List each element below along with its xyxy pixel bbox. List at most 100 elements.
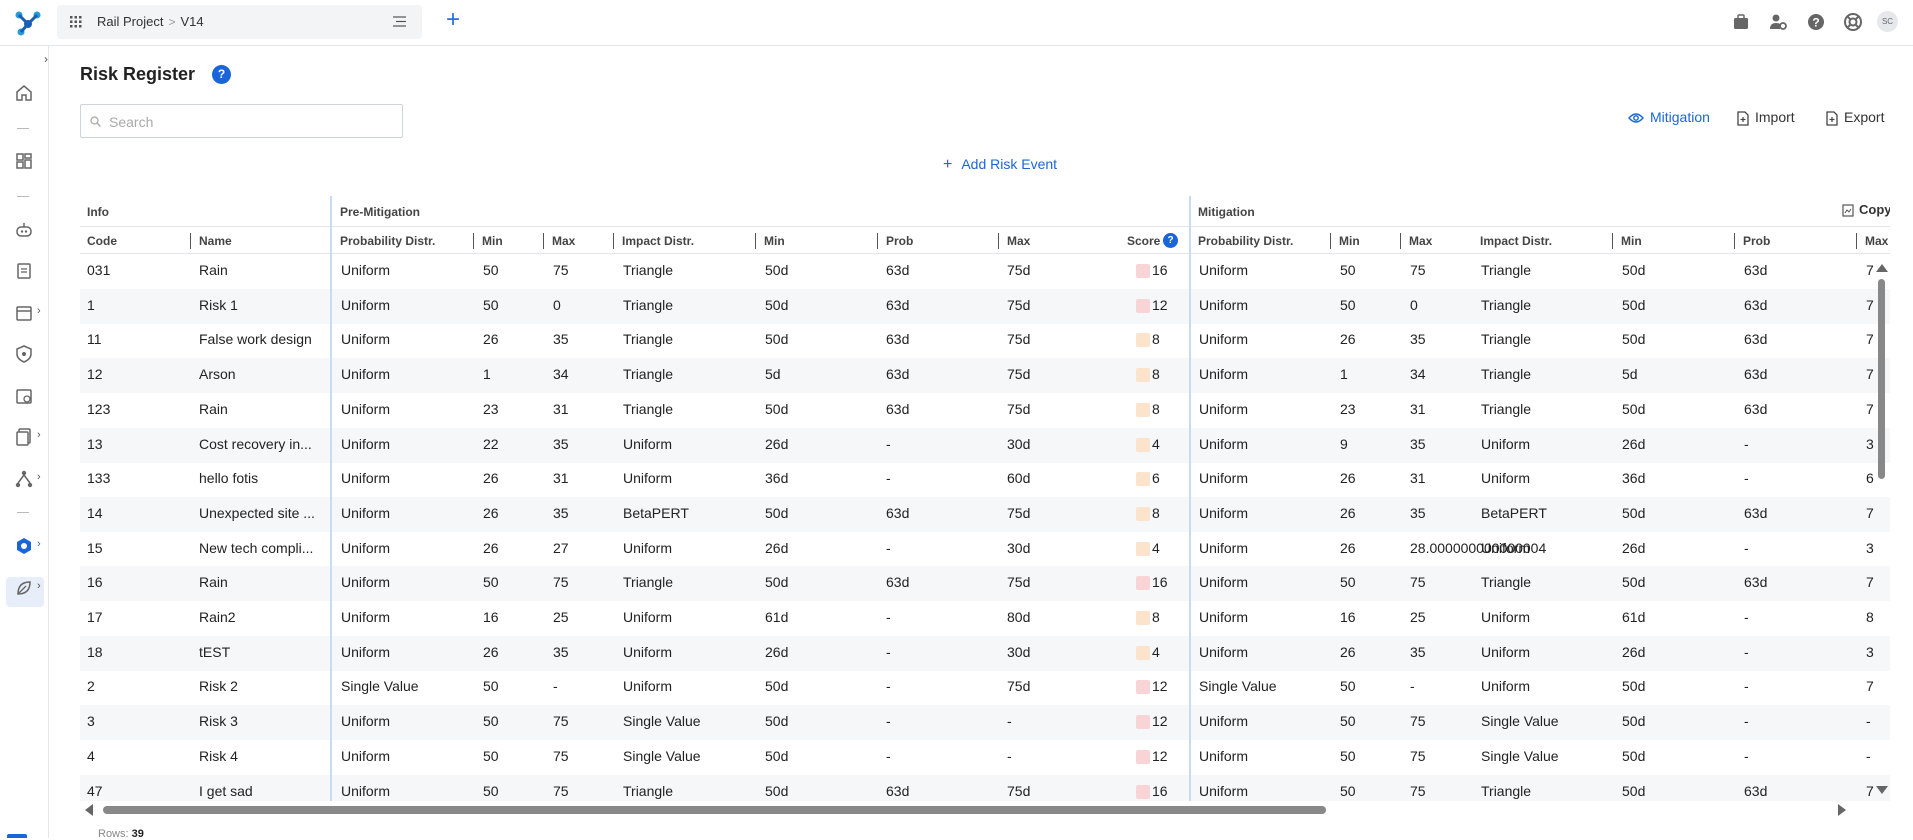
chevron-right-icon[interactable]: › <box>37 429 41 441</box>
table-row[interactable]: 4 Risk 4 Uniform 50 75 Single Value 50d - - 12 Uni… <box>80 740 1890 775</box>
home-icon[interactable] <box>14 83 34 103</box>
table-row[interactable]: 47 I get sad Uniform 50 75 Triangle 50d 63d 75d 1… <box>80 774 1890 801</box>
menu-list-icon[interactable] <box>393 16 406 27</box>
dashboard-icon[interactable] <box>14 151 34 171</box>
col-header-code[interactable]: Code <box>87 234 117 248</box>
robot-icon[interactable] <box>14 220 34 240</box>
column-resize-handle[interactable] <box>1400 233 1401 249</box>
chevron-right-icon[interactable]: › <box>37 471 41 483</box>
horizontal-scrollbar[interactable] <box>80 802 1876 818</box>
column-resize-handle[interactable] <box>877 233 878 249</box>
column-resize-handle[interactable] <box>755 233 756 249</box>
cell-pre-impact-distr: Triangle <box>623 574 674 591</box>
column-resize-handle[interactable] <box>1612 233 1613 249</box>
chevron-right-icon: > <box>168 15 176 29</box>
score-help-icon[interactable]: ? <box>1163 233 1178 248</box>
table-row[interactable]: 18 tEST Uniform 26 35 Uniform 26d - 30d 4 Uniform 2… <box>80 635 1890 671</box>
horizontal-scroll-thumb[interactable] <box>103 806 1326 814</box>
table-row[interactable]: 031 Rain Uniform 50 75 Triangle 50d 63d 75d 16 Uni… <box>80 254 1890 289</box>
col-header-mit-impact-prob[interactable]: Prob <box>1743 234 1770 248</box>
col-header-name[interactable]: Name <box>199 234 232 248</box>
chevron-right-icon[interactable]: › <box>37 305 41 317</box>
document-icon[interactable] <box>14 261 34 281</box>
search-box[interactable] <box>80 104 403 138</box>
copy-button[interactable]: Copy <box>1842 202 1890 217</box>
table-row[interactable]: 16 Rain Uniform 50 75 Triangle 50d 63d 75d 16 Unif… <box>80 566 1890 602</box>
reports-icon[interactable] <box>14 427 34 447</box>
col-header-pre-impact-max[interactable]: Max <box>1007 234 1030 248</box>
table-row[interactable]: 14 Unexpected site ... Uniform 26 35 BetaPERT… <box>80 496 1890 532</box>
cell-pre-probability-distr: Uniform <box>341 262 391 278</box>
sidebar-expand-chevron-icon[interactable]: › <box>44 52 48 66</box>
app-logo-icon[interactable] <box>14 10 42 36</box>
scroll-left-arrow-icon[interactable] <box>85 804 93 816</box>
lifebuoy-icon[interactable] <box>1843 12 1863 32</box>
table-row[interactable]: 1 Risk 1 Uniform 50 0 Triangle 50d 63d 75d 12 Unif… <box>80 288 1890 324</box>
import-button[interactable]: Import <box>1737 107 1795 127</box>
chevron-right-icon[interactable]: › <box>37 538 41 550</box>
cell-name: I get sad <box>199 782 253 799</box>
leaf-icon[interactable] <box>14 578 34 598</box>
hierarchy-icon[interactable] <box>14 469 34 489</box>
export-button[interactable]: Export <box>1826 107 1884 127</box>
col-header-pre-impact-prob[interactable]: Prob <box>886 234 913 248</box>
vertical-scroll-thumb[interactable] <box>1878 279 1885 479</box>
column-resize-handle[interactable] <box>1734 233 1735 249</box>
help-icon[interactable]: ? <box>1806 12 1826 32</box>
schedule-icon[interactable] <box>14 386 34 406</box>
column-resize-handle[interactable] <box>998 233 999 249</box>
column-resize-handle[interactable] <box>473 233 474 249</box>
col-header-mit-impact-min[interactable]: Min <box>1621 234 1642 248</box>
user-avatar[interactable]: SC <box>1877 11 1898 32</box>
col-header-mit-impact-max[interactable]: Max <box>1865 234 1888 248</box>
table-row[interactable]: 2 Risk 2 Single Value 50 - Uniform 50d - 75d 12 Si… <box>80 670 1890 705</box>
briefcase-icon[interactable] <box>1731 12 1751 32</box>
column-resize-handle[interactable] <box>613 233 614 249</box>
column-resize-handle[interactable] <box>543 233 544 249</box>
column-resize-handle[interactable] <box>1330 233 1331 249</box>
apps-grid-icon[interactable] <box>70 16 82 28</box>
table-row[interactable]: 133 hello fotis Uniform 26 31 Uniform 36d - 60d 6… <box>80 462 1890 497</box>
table-row[interactable]: 15 New tech compli... Uniform 26 27 Uniform 26… <box>80 532 1890 567</box>
cell-mit-impact-distr: Triangle <box>1481 400 1532 417</box>
chevron-right-icon[interactable]: › <box>37 580 41 592</box>
col-header-pre-probability-distr[interactable]: Probability Distr. <box>340 234 435 248</box>
cell-code: 1 <box>87 296 95 313</box>
col-header-mit-impact-distr[interactable]: Impact Distr. <box>1480 234 1552 248</box>
mitigation-toggle-button[interactable]: Mitigation <box>1628 107 1710 127</box>
project-selector[interactable]: Rail Project > V14 <box>57 5 422 39</box>
col-header-score[interactable]: Score <box>1127 234 1160 248</box>
breadcrumb-version[interactable]: V14 <box>180 14 203 29</box>
col-header-mit-max[interactable]: Max <box>1409 234 1432 248</box>
cell-mit-impact-prob: 63d <box>1744 366 1768 383</box>
cell-mit-probability-distr: Uniform <box>1199 782 1249 799</box>
add-tab-button[interactable]: + <box>446 8 460 32</box>
col-header-pre-min[interactable]: Min <box>482 234 503 248</box>
column-resize-handle[interactable] <box>1856 233 1857 249</box>
vertical-scrollbar[interactable] <box>1874 262 1888 794</box>
user-settings-icon[interactable] <box>1768 12 1788 32</box>
table-row[interactable]: 12 Arson Uniform 1 34 Triangle 5d 63d 75d 8 Unifor… <box>80 358 1890 394</box>
col-header-mit-probability-distr[interactable]: Probability Distr. <box>1198 234 1293 248</box>
table-row[interactable]: 13 Cost recovery in... Uniform 22 35 Uniform 2… <box>80 427 1890 463</box>
add-risk-event-button[interactable]: + Add Risk Event <box>943 156 1057 174</box>
scroll-down-arrow-icon[interactable] <box>1876 786 1888 794</box>
col-header-mit-min[interactable]: Min <box>1339 234 1360 248</box>
table-row[interactable]: 123 Rain Uniform 23 31 Triangle 50d 63d 75d 8 Unif… <box>80 393 1890 428</box>
cell-pre-impact-distr: Uniform <box>623 678 673 695</box>
table-row[interactable]: 11 False work design Uniform 26 35 Triangle 50… <box>80 323 1890 358</box>
shield-icon[interactable] <box>14 344 34 364</box>
scroll-up-arrow-icon[interactable] <box>1876 264 1888 272</box>
breadcrumb-project[interactable]: Rail Project <box>97 14 163 29</box>
col-header-pre-impact-distr[interactable]: Impact Distr. <box>622 234 694 248</box>
table-row[interactable]: 17 Rain2 Uniform 16 25 Uniform 61d - 80d 8 Uniform… <box>80 601 1890 636</box>
calendar-icon[interactable] <box>14 303 34 323</box>
risk-register-icon[interactable] <box>14 536 34 556</box>
help-button[interactable]: ? <box>212 65 231 84</box>
table-row[interactable]: 3 Risk 3 Uniform 50 75 Single Value 50d - - 12 Uni… <box>80 705 1890 741</box>
search-input[interactable] <box>109 112 389 132</box>
col-header-pre-impact-min[interactable]: Min <box>764 234 785 248</box>
scroll-right-arrow-icon[interactable] <box>1838 804 1846 816</box>
column-resize-handle[interactable] <box>190 233 191 249</box>
col-header-pre-max[interactable]: Max <box>552 234 575 248</box>
